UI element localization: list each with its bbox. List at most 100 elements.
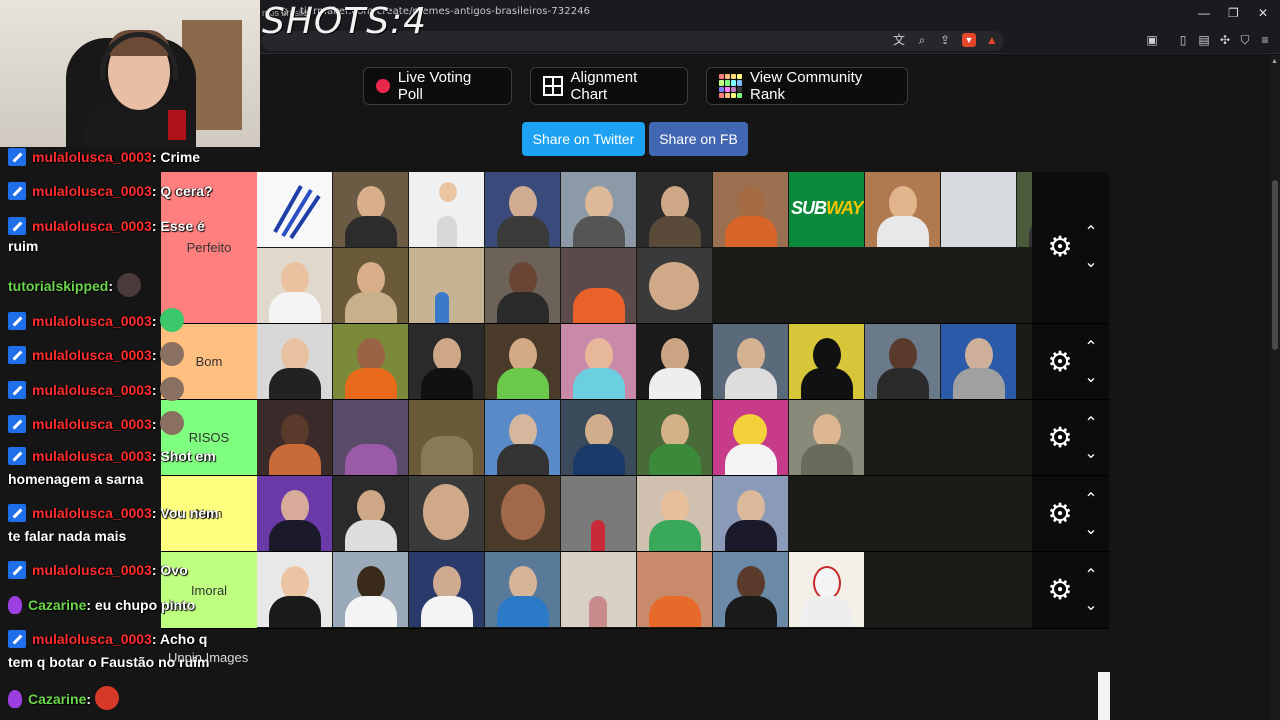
close-icon[interactable]: ✕ [1258, 6, 1268, 20]
unpin-images-link[interactable]: Unpin Images [168, 650, 248, 665]
scrollbar-thumb[interactable] [1272, 180, 1278, 350]
tier-items [257, 400, 1032, 475]
minimize-icon[interactable]: — [1198, 6, 1210, 20]
chevron-down-icon[interactable]: ⌄ [1082, 598, 1100, 614]
meme-image[interactable] [561, 552, 636, 627]
gear-icon[interactable]: ⚙ [1046, 233, 1074, 261]
chat-message: mulalolusca_0003: Vou nem [8, 503, 219, 523]
chevron-down-icon[interactable]: ⌄ [1082, 370, 1100, 386]
page-scrollbar[interactable] [1270, 55, 1280, 720]
meme-image[interactable] [561, 324, 636, 399]
mod-badge-icon [8, 561, 26, 579]
meme-image[interactable] [485, 248, 560, 323]
subway-logo: SUBWAY [791, 198, 864, 218]
meme-image-subway[interactable]: SUBWAY [789, 172, 864, 247]
meme-image[interactable] [713, 552, 788, 627]
meme-image[interactable] [485, 172, 560, 247]
meme-image[interactable] [333, 400, 408, 475]
gear-icon[interactable]: ⚙ [1046, 348, 1074, 376]
chevron-up-icon[interactable]: ⌃ [1082, 568, 1100, 584]
sub-badge-icon [8, 690, 22, 708]
share-fb-button[interactable]: Share on FB [649, 122, 748, 156]
meme-image[interactable] [409, 400, 484, 475]
meme-image[interactable] [713, 324, 788, 399]
meme-image[interactable] [257, 552, 332, 627]
chevron-up-icon[interactable]: ⌃ [1082, 492, 1100, 508]
meme-image[interactable] [333, 248, 408, 323]
share-twitter-button[interactable]: Share on Twitter [522, 122, 645, 156]
meme-image[interactable] [333, 476, 408, 551]
meme-image[interactable] [257, 476, 332, 551]
screenshot-icon[interactable]: ▣ [1145, 33, 1159, 47]
mod-badge-icon [8, 630, 26, 648]
gear-icon[interactable]: ⚙ [1046, 576, 1074, 604]
meme-image[interactable] [485, 552, 560, 627]
gear-icon[interactable]: ⚙ [1046, 424, 1074, 452]
meme-image[interactable] [409, 172, 484, 247]
meme-image[interactable] [257, 324, 332, 399]
brave-rewards-icon[interactable]: ▲ [985, 33, 999, 47]
tier-items [257, 324, 1032, 399]
meme-image-pens[interactable] [257, 172, 332, 247]
meme-image-chicken[interactable] [789, 552, 864, 627]
meme-image[interactable] [485, 324, 560, 399]
chevron-down-icon[interactable]: ⌄ [1082, 446, 1100, 462]
vpn-icon[interactable]: ⛉ [1238, 33, 1252, 47]
meme-image[interactable] [561, 172, 636, 247]
chevron-down-icon[interactable]: ⌄ [1082, 255, 1100, 271]
meme-image[interactable] [713, 172, 788, 247]
meme-image[interactable] [409, 552, 484, 627]
meme-image[interactable] [637, 476, 712, 551]
meme-image[interactable] [789, 324, 864, 399]
meme-image[interactable] [257, 248, 332, 323]
chevron-up-icon[interactable]: ⌃ [1082, 340, 1100, 356]
meme-image[interactable] [561, 476, 636, 551]
meme-image[interactable] [561, 400, 636, 475]
chevron-down-icon[interactable]: ⌄ [1082, 522, 1100, 538]
meme-image[interactable] [257, 400, 332, 475]
meme-image[interactable] [941, 324, 1016, 399]
scroll-up-icon[interactable]: ▲ [1271, 58, 1278, 65]
community-rank-button[interactable]: View Community Rank [706, 67, 908, 105]
sidebar-icon[interactable]: ▯ [1176, 33, 1190, 47]
meme-image[interactable] [409, 476, 484, 551]
chat-message: mulalolusca_0003: [8, 342, 185, 366]
share-page-icon[interactable]: ⇪ [938, 33, 952, 47]
chevron-up-icon[interactable]: ⌃ [1082, 416, 1100, 432]
meme-image[interactable] [333, 324, 408, 399]
meme-image[interactable] [333, 552, 408, 627]
meme-image[interactable] [637, 552, 712, 627]
meme-image[interactable] [637, 172, 712, 247]
tier-items [257, 476, 1032, 551]
meme-image[interactable] [713, 400, 788, 475]
brave-shield-icon[interactable]: ▼ [962, 33, 976, 47]
restore-icon[interactable]: ❐ [1228, 6, 1239, 20]
meme-image[interactable] [789, 400, 864, 475]
menu-icon[interactable]: ≡ [1258, 33, 1272, 47]
meme-image[interactable] [637, 400, 712, 475]
live-voting-button[interactable]: Live Voting Poll [363, 67, 512, 105]
alignment-chart-button[interactable]: Alignment Chart [530, 67, 688, 105]
image-tray-scrollbar[interactable] [1098, 672, 1110, 720]
meme-image[interactable] [637, 324, 712, 399]
emote-icon [94, 686, 119, 710]
zoom-icon[interactable]: ⌕ [915, 33, 929, 47]
wallet-icon[interactable]: ▤ [1197, 33, 1211, 47]
meme-image[interactable] [865, 324, 940, 399]
extensions-icon[interactable]: ✣ [1218, 33, 1232, 47]
meme-image[interactable] [941, 172, 1016, 247]
translate-icon[interactable]: 文 [892, 33, 906, 47]
meme-image[interactable] [637, 248, 712, 323]
chevron-up-icon[interactable]: ⌃ [1082, 225, 1100, 241]
gear-icon[interactable]: ⚙ [1046, 500, 1074, 528]
meme-image[interactable] [713, 476, 788, 551]
emote-icon [160, 342, 185, 366]
meme-image[interactable] [485, 476, 560, 551]
meme-image[interactable] [865, 172, 940, 247]
meme-image[interactable] [333, 172, 408, 247]
meme-image[interactable] [561, 248, 636, 323]
chat-message: mulalolusca_0003: Q cera? [8, 181, 213, 201]
meme-image[interactable] [409, 248, 484, 323]
meme-image[interactable] [409, 324, 484, 399]
meme-image[interactable] [485, 400, 560, 475]
